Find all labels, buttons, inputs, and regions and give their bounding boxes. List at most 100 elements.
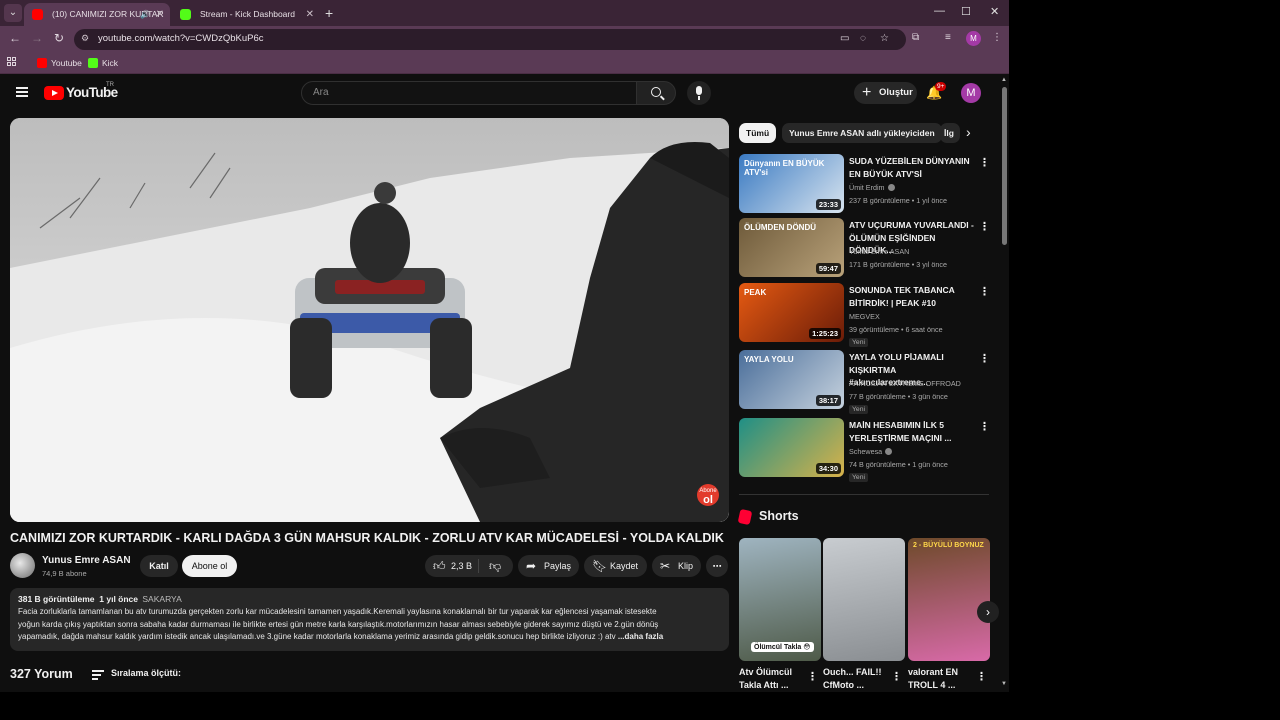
related-channel[interactable]: AKINCILAR EXTREME OFFROAD: [849, 379, 961, 388]
chip-related[interactable]: İlg: [940, 123, 960, 143]
back-icon[interactable]: ←: [9, 31, 21, 45]
scroll-up-icon[interactable]: ▲: [1001, 77, 1007, 83]
short-thumbnail[interactable]: 2 - BÜYÜLÜ BOYNUZ: [908, 538, 990, 661]
more-options-icon[interactable]: ⋮: [807, 670, 818, 683]
new-tab-icon[interactable]: +: [325, 3, 333, 23]
video-thumbnail[interactable]: Dünyanın EN BÜYÜK ATV'si 23:33: [739, 154, 844, 213]
more-options-icon[interactable]: ⋮: [979, 420, 990, 433]
related-video-item[interactable]: ÖLÜMDEN DÖNDÜ 59:47 ATV UÇURUMA YUVARLANDI…: [739, 218, 990, 278]
close-tab-icon[interactable]: ✕: [306, 3, 314, 26]
related-channel[interactable]: Schewesa: [849, 447, 893, 456]
voice-search-icon[interactable]: [687, 81, 711, 105]
more-options-icon[interactable]: ⋮: [979, 220, 990, 233]
related-channel[interactable]: MEGVEX: [849, 312, 880, 321]
tab-search-button[interactable]: ⌄: [4, 4, 22, 22]
subscribe-button[interactable]: Abone ol: [182, 555, 237, 577]
join-button[interactable]: Katıl: [140, 555, 178, 577]
bookmark-youtube[interactable]: Youtube: [37, 56, 82, 70]
verified-icon: [885, 448, 893, 455]
forward-icon[interactable]: →: [31, 31, 43, 45]
video-thumbnail[interactable]: PEAK 1:25:23: [739, 283, 844, 342]
account-avatar[interactable]: M: [961, 83, 981, 103]
guide-menu-icon[interactable]: [16, 87, 28, 97]
apps-grid-icon[interactable]: [7, 57, 17, 67]
youtube-logo-icon[interactable]: [44, 86, 64, 100]
menu-dots-icon[interactable]: ⋮: [992, 32, 1002, 43]
eye-off-icon[interactable]: ◌: [860, 33, 866, 44]
subscribe-watermark[interactable]: Abone ol: [697, 484, 719, 506]
more-options-icon[interactable]: ⋮: [979, 285, 990, 298]
media-control-icon[interactable]: ≡: [945, 32, 951, 43]
site-info-icon[interactable]: ⚙: [81, 33, 89, 44]
related-video-item[interactable]: Dünyanın EN BÜYÜK ATV'si 23:33 SUDA YÜZEBİ…: [739, 154, 990, 214]
video-thumbnail[interactable]: 34:30: [739, 418, 844, 477]
like-count[interactable]: 2,3 B: [451, 555, 472, 577]
related-title[interactable]: SUDA YÜZEBİLEN DÜNYANIN EN BÜYÜK ATV'Sİ: [849, 155, 977, 180]
search-button[interactable]: [636, 81, 676, 105]
more-options-icon[interactable]: ⋮: [891, 670, 902, 683]
save-button[interactable]: 🔖︎ Kaydet: [584, 555, 647, 577]
share-button[interactable]: ➦ Paylaş: [518, 555, 579, 577]
more-options-icon[interactable]: ⋮: [979, 156, 990, 169]
short-thumbnail[interactable]: [823, 538, 905, 661]
channel-name[interactable]: Yunus Emre ASAN: [42, 555, 131, 566]
like-icon[interactable]: 👍︎: [433, 555, 446, 577]
chip-all[interactable]: Tümü: [739, 123, 777, 143]
related-video-item[interactable]: 34:30 MAİN HESABIMIN İLK 5 YERLEŞTİRME MA…: [739, 418, 990, 482]
tab-youtube[interactable]: (10) CANIMIZI ZOR KURTAR 🔊 ✕: [24, 3, 170, 26]
short-title[interactable]: valorant EN TROLL 4 ...: [908, 666, 976, 692]
new-badge: Yeni: [849, 473, 868, 482]
new-badge: Yeni: [849, 405, 868, 414]
kick-favicon-icon: [88, 58, 98, 68]
related-channel[interactable]: Ümit Erdim: [849, 183, 895, 192]
minimize-icon[interactable]: —: [934, 5, 945, 17]
search-placeholder: Ara: [313, 87, 329, 98]
shorts-next-icon[interactable]: ›: [977, 601, 999, 623]
maximize-icon[interactable]: ☐: [961, 5, 971, 18]
channel-avatar[interactable]: [10, 553, 35, 578]
cast-icon[interactable]: ▭: [840, 33, 849, 44]
reload-icon[interactable]: ↻: [54, 31, 64, 45]
verified-icon: [887, 184, 895, 191]
notifications-icon[interactable]: 🔔 9+: [926, 82, 947, 101]
profile-avatar[interactable]: M: [966, 31, 981, 46]
related-meta: 74 B görüntüleme • 1 gün önce: [849, 460, 948, 469]
speaker-icon[interactable]: 🔊: [140, 3, 150, 26]
bookmark-kick[interactable]: Kick: [88, 56, 118, 70]
tab-kick[interactable]: Stream - Kick Dashboard ✕: [172, 3, 320, 26]
create-button[interactable]: + Oluştur: [854, 82, 917, 104]
video-player[interactable]: Abone ol: [10, 118, 729, 522]
chevron-right-icon[interactable]: ›: [966, 124, 971, 140]
related-title[interactable]: MAİN HESABIMIN İLK 5 YERLEŞTİRME MAÇINI …: [849, 419, 977, 444]
more-actions-icon[interactable]: ⋯: [706, 555, 728, 577]
related-title[interactable]: SONUNDA TEK TABANCA BİTİRDİK! | PEAK #10: [849, 284, 977, 309]
duration-badge: 34:30: [815, 463, 841, 474]
related-channel[interactable]: Yunus Emre ASAN: [849, 247, 909, 256]
scrollbar-thumb[interactable]: [1002, 87, 1007, 245]
close-window-icon[interactable]: ✕: [990, 5, 999, 18]
short-thumbnail[interactable]: Ölümcül Takla 😳: [739, 538, 821, 661]
video-thumbnail[interactable]: ÖLÜMDEN DÖNDÜ 59:47: [739, 218, 844, 277]
scroll-down-icon[interactable]: ▼: [1001, 681, 1007, 687]
related-video-item[interactable]: YAYLA YOLU 38:17 YAYLA YOLU PİJAMALI KIŞKI…: [739, 350, 990, 414]
bookmark-star-icon[interactable]: ☆: [880, 33, 889, 44]
clip-button[interactable]: ✂ Klip: [652, 555, 701, 577]
more-options-icon[interactable]: ⋮: [976, 670, 987, 683]
short-title[interactable]: Ouch... FAIL!! CfMoto ...: [823, 666, 891, 692]
dislike-icon[interactable]: 👎︎: [489, 555, 501, 577]
more-options-icon[interactable]: ⋮: [979, 352, 990, 365]
create-label: Oluştur: [879, 87, 913, 98]
page-scrollbar[interactable]: ▲ ▼: [1000, 75, 1009, 692]
close-tab-icon[interactable]: ✕: [156, 3, 164, 26]
show-more-link[interactable]: ...daha fazla: [618, 632, 663, 641]
related-video-item[interactable]: PEAK 1:25:23 SONUNDA TEK TABANCA BİTİRDİK!…: [739, 283, 990, 347]
short-title[interactable]: Atv Ölümcül Takla Attı ...: [739, 666, 807, 692]
search-input[interactable]: Ara: [301, 81, 637, 105]
video-thumbnail[interactable]: YAYLA YOLU 38:17: [739, 350, 844, 409]
description-box[interactable]: 381 B görüntüleme 1 yıl önce SAKARYA Fac…: [10, 588, 729, 651]
thumbnail-text: YAYLA YOLU: [744, 355, 794, 364]
chip-uploader[interactable]: Yunus Emre ASAN adlı yükleyiciden: [782, 123, 942, 143]
address-bar[interactable]: ⚙ youtube.com/watch?v=CWDzQbKuP6c ▭ ◌ ☆: [74, 29, 906, 50]
sort-button[interactable]: Sıralama ölçütü:: [92, 668, 181, 680]
extensions-icon[interactable]: ⧉: [912, 32, 919, 43]
